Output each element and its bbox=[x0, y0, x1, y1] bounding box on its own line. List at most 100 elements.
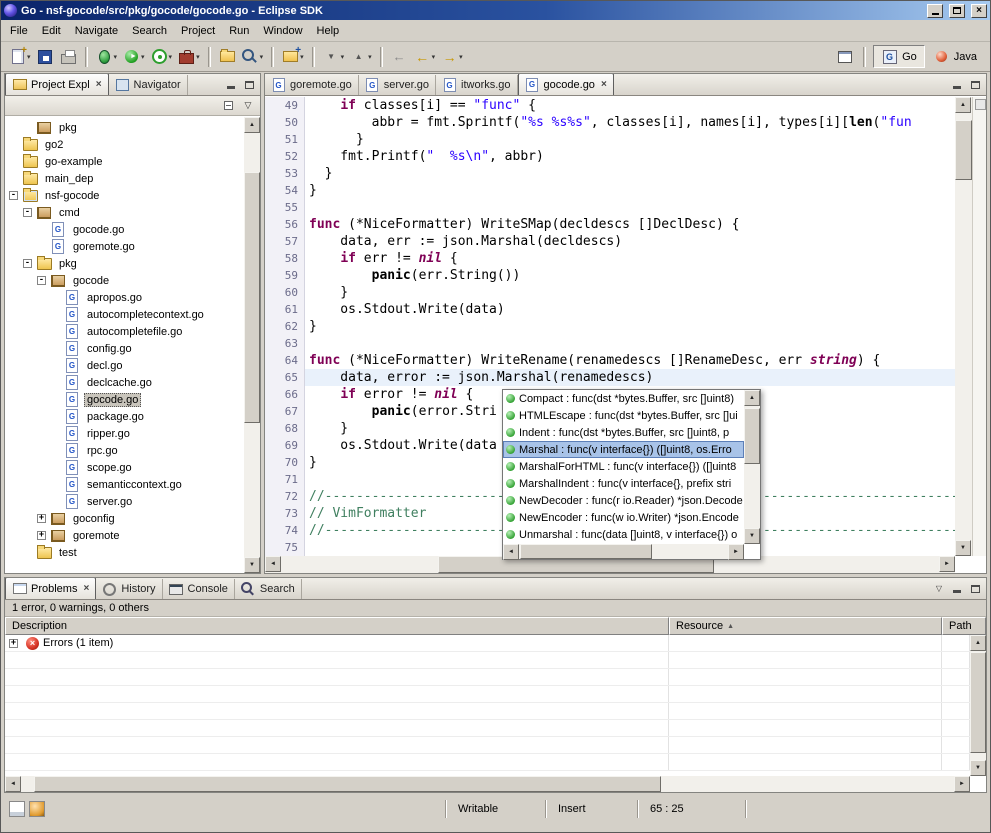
tree-item-test[interactable]: test bbox=[5, 544, 243, 561]
tree-item-label[interactable]: ripper.go bbox=[84, 427, 133, 441]
tree-item-label[interactable]: gocode bbox=[70, 274, 112, 288]
run-button[interactable]: ▾ bbox=[120, 45, 148, 69]
print-button[interactable] bbox=[57, 45, 80, 69]
editor-tab-goremote-go[interactable]: goremote.go bbox=[265, 75, 359, 95]
scroll-up-button[interactable]: ▲ bbox=[970, 635, 986, 651]
minimize-view-button[interactable] bbox=[222, 77, 240, 93]
tree-item-server-go[interactable]: server.go bbox=[5, 493, 243, 510]
assist-hscroll[interactable]: ◄► bbox=[503, 544, 744, 559]
code-line-62[interactable]: 62} bbox=[265, 318, 955, 335]
dropdown-arrow-icon[interactable]: ▾ bbox=[260, 53, 264, 61]
scrollbar-thumb[interactable] bbox=[955, 120, 972, 180]
scroll-down-button[interactable]: ▼ bbox=[955, 540, 971, 556]
dropdown-arrow-icon[interactable]: ▾ bbox=[114, 53, 118, 61]
tree-item-label[interactable]: test bbox=[56, 546, 80, 560]
menu-run[interactable]: Run bbox=[222, 22, 256, 40]
fast-view-icon[interactable] bbox=[9, 801, 25, 817]
tree-item-go2[interactable]: go2 bbox=[5, 136, 243, 153]
problems-tab-search[interactable]: Search bbox=[235, 579, 302, 599]
tree-item-label[interactable]: goremote.go bbox=[70, 240, 138, 254]
menu-help[interactable]: Help bbox=[310, 22, 347, 40]
collapse-toggle-icon[interactable]: - bbox=[9, 191, 18, 200]
open-perspective-button[interactable] bbox=[833, 45, 856, 69]
dropdown-arrow-icon[interactable]: ▾ bbox=[196, 53, 200, 61]
tree-item-label[interactable]: gocode.go bbox=[70, 223, 127, 237]
dropdown-arrow-icon[interactable]: ▾ bbox=[27, 53, 31, 61]
tree-item-label[interactable]: semanticcontext.go bbox=[84, 478, 185, 492]
close-window-button[interactable]: × bbox=[971, 4, 987, 18]
assist-item[interactable]: HTMLEscape : func(dst *bytes.Buffer, src… bbox=[503, 407, 744, 424]
tree-item-gocode[interactable]: -gocode bbox=[5, 272, 243, 289]
menu-search[interactable]: Search bbox=[125, 22, 174, 40]
problems-tab-history[interactable]: History bbox=[96, 579, 162, 599]
dropdown-arrow-icon[interactable]: ▾ bbox=[368, 53, 372, 61]
tree-item-label[interactable]: goconfig bbox=[70, 512, 118, 526]
scroll-up-button[interactable]: ▲ bbox=[955, 97, 971, 113]
code-line-59[interactable]: 59 panic(err.String()) bbox=[265, 267, 955, 284]
tree-item-rpc-go[interactable]: rpc.go bbox=[5, 442, 243, 459]
tree-item-label[interactable]: gocode.go bbox=[84, 393, 141, 407]
maximize-window-button[interactable] bbox=[949, 4, 965, 18]
scroll-left-button[interactable]: ◄ bbox=[503, 544, 519, 560]
overview-ruler[interactable] bbox=[972, 97, 986, 556]
code-line-52[interactable]: 52 fmt.Printf(" %s\n", abbr) bbox=[265, 148, 955, 165]
tree-item-autocompletefile-go[interactable]: autocompletefile.go bbox=[5, 323, 243, 340]
collapse-toggle-icon[interactable]: - bbox=[23, 259, 32, 268]
tree-item-go-example[interactable]: go-example bbox=[5, 153, 243, 170]
menu-navigate[interactable]: Navigate bbox=[68, 22, 125, 40]
next-annotation-button[interactable]: ▾ bbox=[320, 45, 348, 69]
scroll-up-button[interactable]: ▲ bbox=[244, 117, 260, 133]
open-resource-button[interactable] bbox=[216, 45, 239, 69]
column-header-path[interactable]: Path bbox=[942, 617, 986, 635]
search-button[interactable]: ▾ bbox=[239, 45, 267, 69]
titlebar[interactable]: Go - nsf-gocode/src/pkg/gocode/gocode.go… bbox=[1, 1, 990, 20]
code-line-61[interactable]: 61 os.Stdout.Write(data) bbox=[265, 301, 955, 318]
scroll-right-button[interactable]: ► bbox=[939, 556, 955, 572]
tree-item-gocode-go[interactable]: gocode.go bbox=[5, 391, 243, 408]
code-line-65[interactable]: 65 data, error := json.Marshal(renamedes… bbox=[265, 369, 955, 386]
tree-item-package-go[interactable]: package.go bbox=[5, 408, 243, 425]
scrollbar-thumb[interactable] bbox=[34, 776, 661, 792]
minimize-problems-button[interactable] bbox=[948, 581, 966, 597]
tree-item-label[interactable]: scope.go bbox=[84, 461, 135, 475]
editor-vscroll[interactable]: ▲▼ bbox=[955, 97, 972, 556]
dropdown-arrow-icon[interactable]: ▾ bbox=[459, 53, 463, 61]
assist-item[interactable]: Indent : func(dst *bytes.Buffer, src []u… bbox=[503, 424, 744, 441]
column-header-description[interactable]: Description bbox=[5, 617, 669, 635]
scroll-down-button[interactable]: ▼ bbox=[744, 528, 760, 544]
dropdown-arrow-icon[interactable]: ▾ bbox=[341, 53, 345, 61]
editor-tab-itworks-go[interactable]: itworks.go bbox=[436, 75, 518, 95]
new-project-button[interactable]: ▾ bbox=[279, 45, 307, 69]
code-line-57[interactable]: 57 data, err := json.Marshal(decldescs) bbox=[265, 233, 955, 250]
code-line-60[interactable]: 60 } bbox=[265, 284, 955, 301]
tree-item-config-go[interactable]: config.go bbox=[5, 340, 243, 357]
collapse-toggle-icon[interactable]: - bbox=[23, 208, 32, 217]
tree-item-label[interactable]: pkg bbox=[56, 257, 80, 271]
assist-item[interactable]: MarshalIndent : func(v interface{}, pref… bbox=[503, 475, 744, 492]
column-header-resource[interactable]: Resource▲ bbox=[669, 617, 942, 635]
problems-tab-console[interactable]: Console bbox=[163, 579, 235, 599]
dropdown-arrow-icon[interactable]: ▾ bbox=[141, 53, 145, 61]
tree-item-pkg[interactable]: pkg bbox=[5, 119, 243, 136]
assist-item[interactable]: Unmarshal : func(data []uint8, v interfa… bbox=[503, 526, 744, 543]
new-button[interactable]: ▾ bbox=[6, 45, 34, 69]
scroll-right-button[interactable]: ► bbox=[728, 544, 744, 560]
tree-item-label[interactable]: cmd bbox=[56, 206, 83, 220]
close-tab-icon[interactable]: × bbox=[83, 583, 89, 594]
explorer-tab-navigator[interactable]: Navigator bbox=[109, 75, 188, 95]
tree-item-label[interactable]: goremote bbox=[70, 529, 122, 543]
dropdown-arrow-icon[interactable]: ▾ bbox=[432, 53, 436, 61]
tree-item-apropos-go[interactable]: apropos.go bbox=[5, 289, 243, 306]
tree-item-label[interactable]: apropos.go bbox=[84, 291, 145, 305]
perspective-java-button[interactable]: Java bbox=[925, 45, 985, 68]
view-menu-button[interactable]: ▽ bbox=[239, 98, 257, 114]
run-last-button[interactable]: ▾ bbox=[148, 45, 176, 69]
scroll-left-button[interactable]: ◄ bbox=[265, 556, 281, 572]
explorer-tab-project-expl[interactable]: Project Expl× bbox=[5, 74, 109, 95]
tree-item-label[interactable]: pkg bbox=[56, 121, 80, 135]
tree-item-label[interactable]: config.go bbox=[84, 342, 135, 356]
tree-item-cmd[interactable]: - cmd bbox=[5, 204, 243, 221]
code-line-58[interactable]: 58 if err != nil { bbox=[265, 250, 955, 267]
tree-item-label[interactable]: autocompletefile.go bbox=[84, 325, 185, 339]
maximize-editor-button[interactable] bbox=[966, 77, 984, 93]
